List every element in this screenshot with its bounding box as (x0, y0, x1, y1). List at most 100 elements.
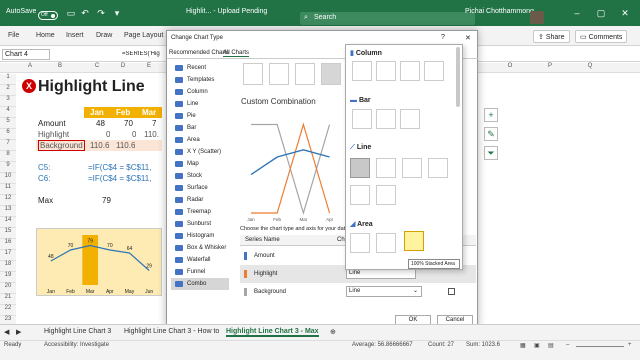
column-header[interactable]: P (530, 63, 570, 73)
name-box[interactable]: Chart 4 (2, 49, 50, 60)
background-cell[interactable]: 110.6 (90, 140, 109, 151)
close-icon[interactable]: ✕ (620, 8, 630, 18)
row-header[interactable]: 17 (0, 250, 16, 261)
c6-formula[interactable]: =IF(C$4 = $C$11, (88, 173, 162, 184)
combo-subtype-area-column[interactable] (295, 63, 315, 85)
help-button[interactable]: ? (441, 34, 445, 41)
chart-styles-icon[interactable]: ✎ (484, 127, 498, 141)
prev-sheet-icon[interactable]: ◀ (4, 328, 9, 336)
chart-type-scatter[interactable]: X Y (Scatter) (171, 146, 229, 158)
chart-type-histogram[interactable]: Histogram (171, 230, 229, 242)
series-chart-type-select[interactable]: Line ⌄ (346, 286, 422, 297)
restore-icon[interactable]: ▢ (596, 8, 606, 18)
month-header[interactable]: Feb (116, 107, 130, 118)
line-option[interactable] (350, 158, 370, 178)
row-header[interactable]: 4 (0, 107, 16, 118)
zoom-in-icon[interactable]: + (628, 342, 632, 348)
clustered-bar-option[interactable] (352, 109, 372, 129)
row-header[interactable]: 18 (0, 261, 16, 272)
chart-type-area[interactable]: Area (171, 134, 229, 146)
highlight-cell[interactable]: 0 (106, 129, 110, 140)
series-row[interactable]: Background Line ⌄ (240, 283, 476, 301)
chart-type-radar[interactable]: Radar (171, 194, 229, 206)
chart-type-combo[interactable]: Combo (171, 278, 229, 290)
tab-home[interactable]: Home (36, 32, 55, 39)
row-header[interactable]: 19 (0, 272, 16, 283)
100-stacked-line-option[interactable] (402, 158, 422, 178)
chart-type-treemap[interactable]: Treemap (171, 206, 229, 218)
c5-label[interactable]: C5: (38, 162, 50, 173)
sheet-tab[interactable]: Highlight Line Chart 3 - How to (124, 328, 219, 335)
chart-type-pie[interactable]: Pie (171, 110, 229, 122)
chart-type-map[interactable]: Map (171, 158, 229, 170)
minimize-icon[interactable]: – (572, 8, 582, 18)
add-sheet-icon[interactable]: ⊕ (330, 328, 336, 336)
tab-draw[interactable]: Draw (96, 32, 112, 39)
sheet-tab[interactable]: Highlight Line Chart 3 (44, 328, 111, 335)
tab-page-layout[interactable]: Page Layout (124, 32, 163, 39)
undo-icon[interactable]: ↶ (80, 8, 90, 18)
row-header[interactable]: 2 (0, 85, 16, 96)
combo-subtype-custom[interactable] (321, 63, 341, 85)
row-header[interactable]: 5 (0, 118, 16, 129)
column-header[interactable]: Q (570, 63, 610, 73)
row-header[interactable]: 11 (0, 184, 16, 195)
chart-type-templates[interactable]: Templates (171, 74, 229, 86)
tab-recommended-charts[interactable]: Recommended Charts (169, 50, 229, 56)
max-label[interactable]: Max (38, 195, 53, 206)
max-value[interactable]: 79 (102, 195, 111, 206)
sheet-tab-active[interactable]: Highlight Line Chart 3 - Max (226, 328, 319, 337)
stacked-line-markers-option[interactable] (350, 185, 370, 205)
3d-column-option[interactable] (424, 61, 444, 81)
100-stacked-column-option[interactable] (400, 61, 420, 81)
amount-cell[interactable]: 70 (124, 118, 133, 129)
row-header[interactable]: 15 (0, 228, 16, 239)
month-header[interactable]: Jan (90, 107, 104, 118)
highlight-cell[interactable]: 110. (144, 129, 159, 140)
chart-filters-icon[interactable]: ⏷ (484, 146, 498, 160)
avatar[interactable] (530, 11, 544, 24)
chart-type-waterfall[interactable]: Waterfall (171, 254, 229, 266)
zoom-out-icon[interactable]: – (566, 342, 569, 348)
c6-label[interactable]: C6: (38, 173, 50, 184)
save-icon[interactable]: ▭ (66, 8, 76, 18)
row-header[interactable]: 16 (0, 239, 16, 250)
column-header[interactable]: A (24, 63, 36, 73)
redo-icon[interactable]: ↷ (96, 8, 106, 18)
chart-elements-icon[interactable]: + (484, 108, 498, 122)
chart-type-box-whisker[interactable]: Box & Whisker (171, 242, 229, 254)
row-header[interactable]: 10 (0, 173, 16, 184)
month-header[interactable]: Mar (142, 107, 156, 118)
comments-button[interactable]: ▭ Comments (575, 30, 628, 43)
chart-type-column[interactable]: Column (171, 86, 229, 98)
highlight-cell[interactable]: 0 (132, 129, 136, 140)
column-header[interactable]: C (84, 63, 110, 73)
tab-insert[interactable]: Insert (66, 32, 84, 39)
row-header[interactable]: 7 (0, 140, 16, 151)
column-header[interactable]: O (490, 63, 530, 73)
panel-scrollbar[interactable] (456, 47, 460, 107)
stacked-bar-option[interactable] (376, 109, 396, 129)
100-stacked-area-option[interactable] (404, 231, 424, 251)
autosave-toggle[interactable]: Off (38, 11, 58, 20)
stacked-area-option[interactable] (376, 233, 396, 253)
row-header[interactable]: 8 (0, 151, 16, 162)
combo-subtype-clustered-line[interactable] (243, 63, 263, 85)
accessibility-status[interactable]: Accessibility: Investigate (44, 342, 109, 348)
column-header[interactable]: B (36, 63, 84, 73)
row-header[interactable]: 1 (0, 74, 16, 85)
100-stacked-line-markers-option[interactable] (376, 185, 396, 205)
page-layout-view-icon[interactable]: ▣ (534, 342, 540, 349)
c5-formula[interactable]: =IF(C$4 = $C$11, (88, 162, 162, 173)
row-header[interactable]: 14 (0, 217, 16, 228)
row-header[interactable]: 3 (0, 96, 16, 107)
dialog-close-button[interactable]: ✕ (465, 34, 471, 42)
row-header[interactable]: 6 (0, 129, 16, 140)
page-break-view-icon[interactable]: ▤ (548, 342, 554, 349)
secondary-axis-checkbox[interactable] (448, 288, 455, 295)
chart-type-stock[interactable]: Stock (171, 170, 229, 182)
row-header[interactable]: 20 (0, 283, 16, 294)
background-label[interactable]: Background (38, 140, 85, 151)
tab-all-charts[interactable]: All Charts (223, 50, 250, 57)
area-option[interactable] (350, 233, 370, 253)
